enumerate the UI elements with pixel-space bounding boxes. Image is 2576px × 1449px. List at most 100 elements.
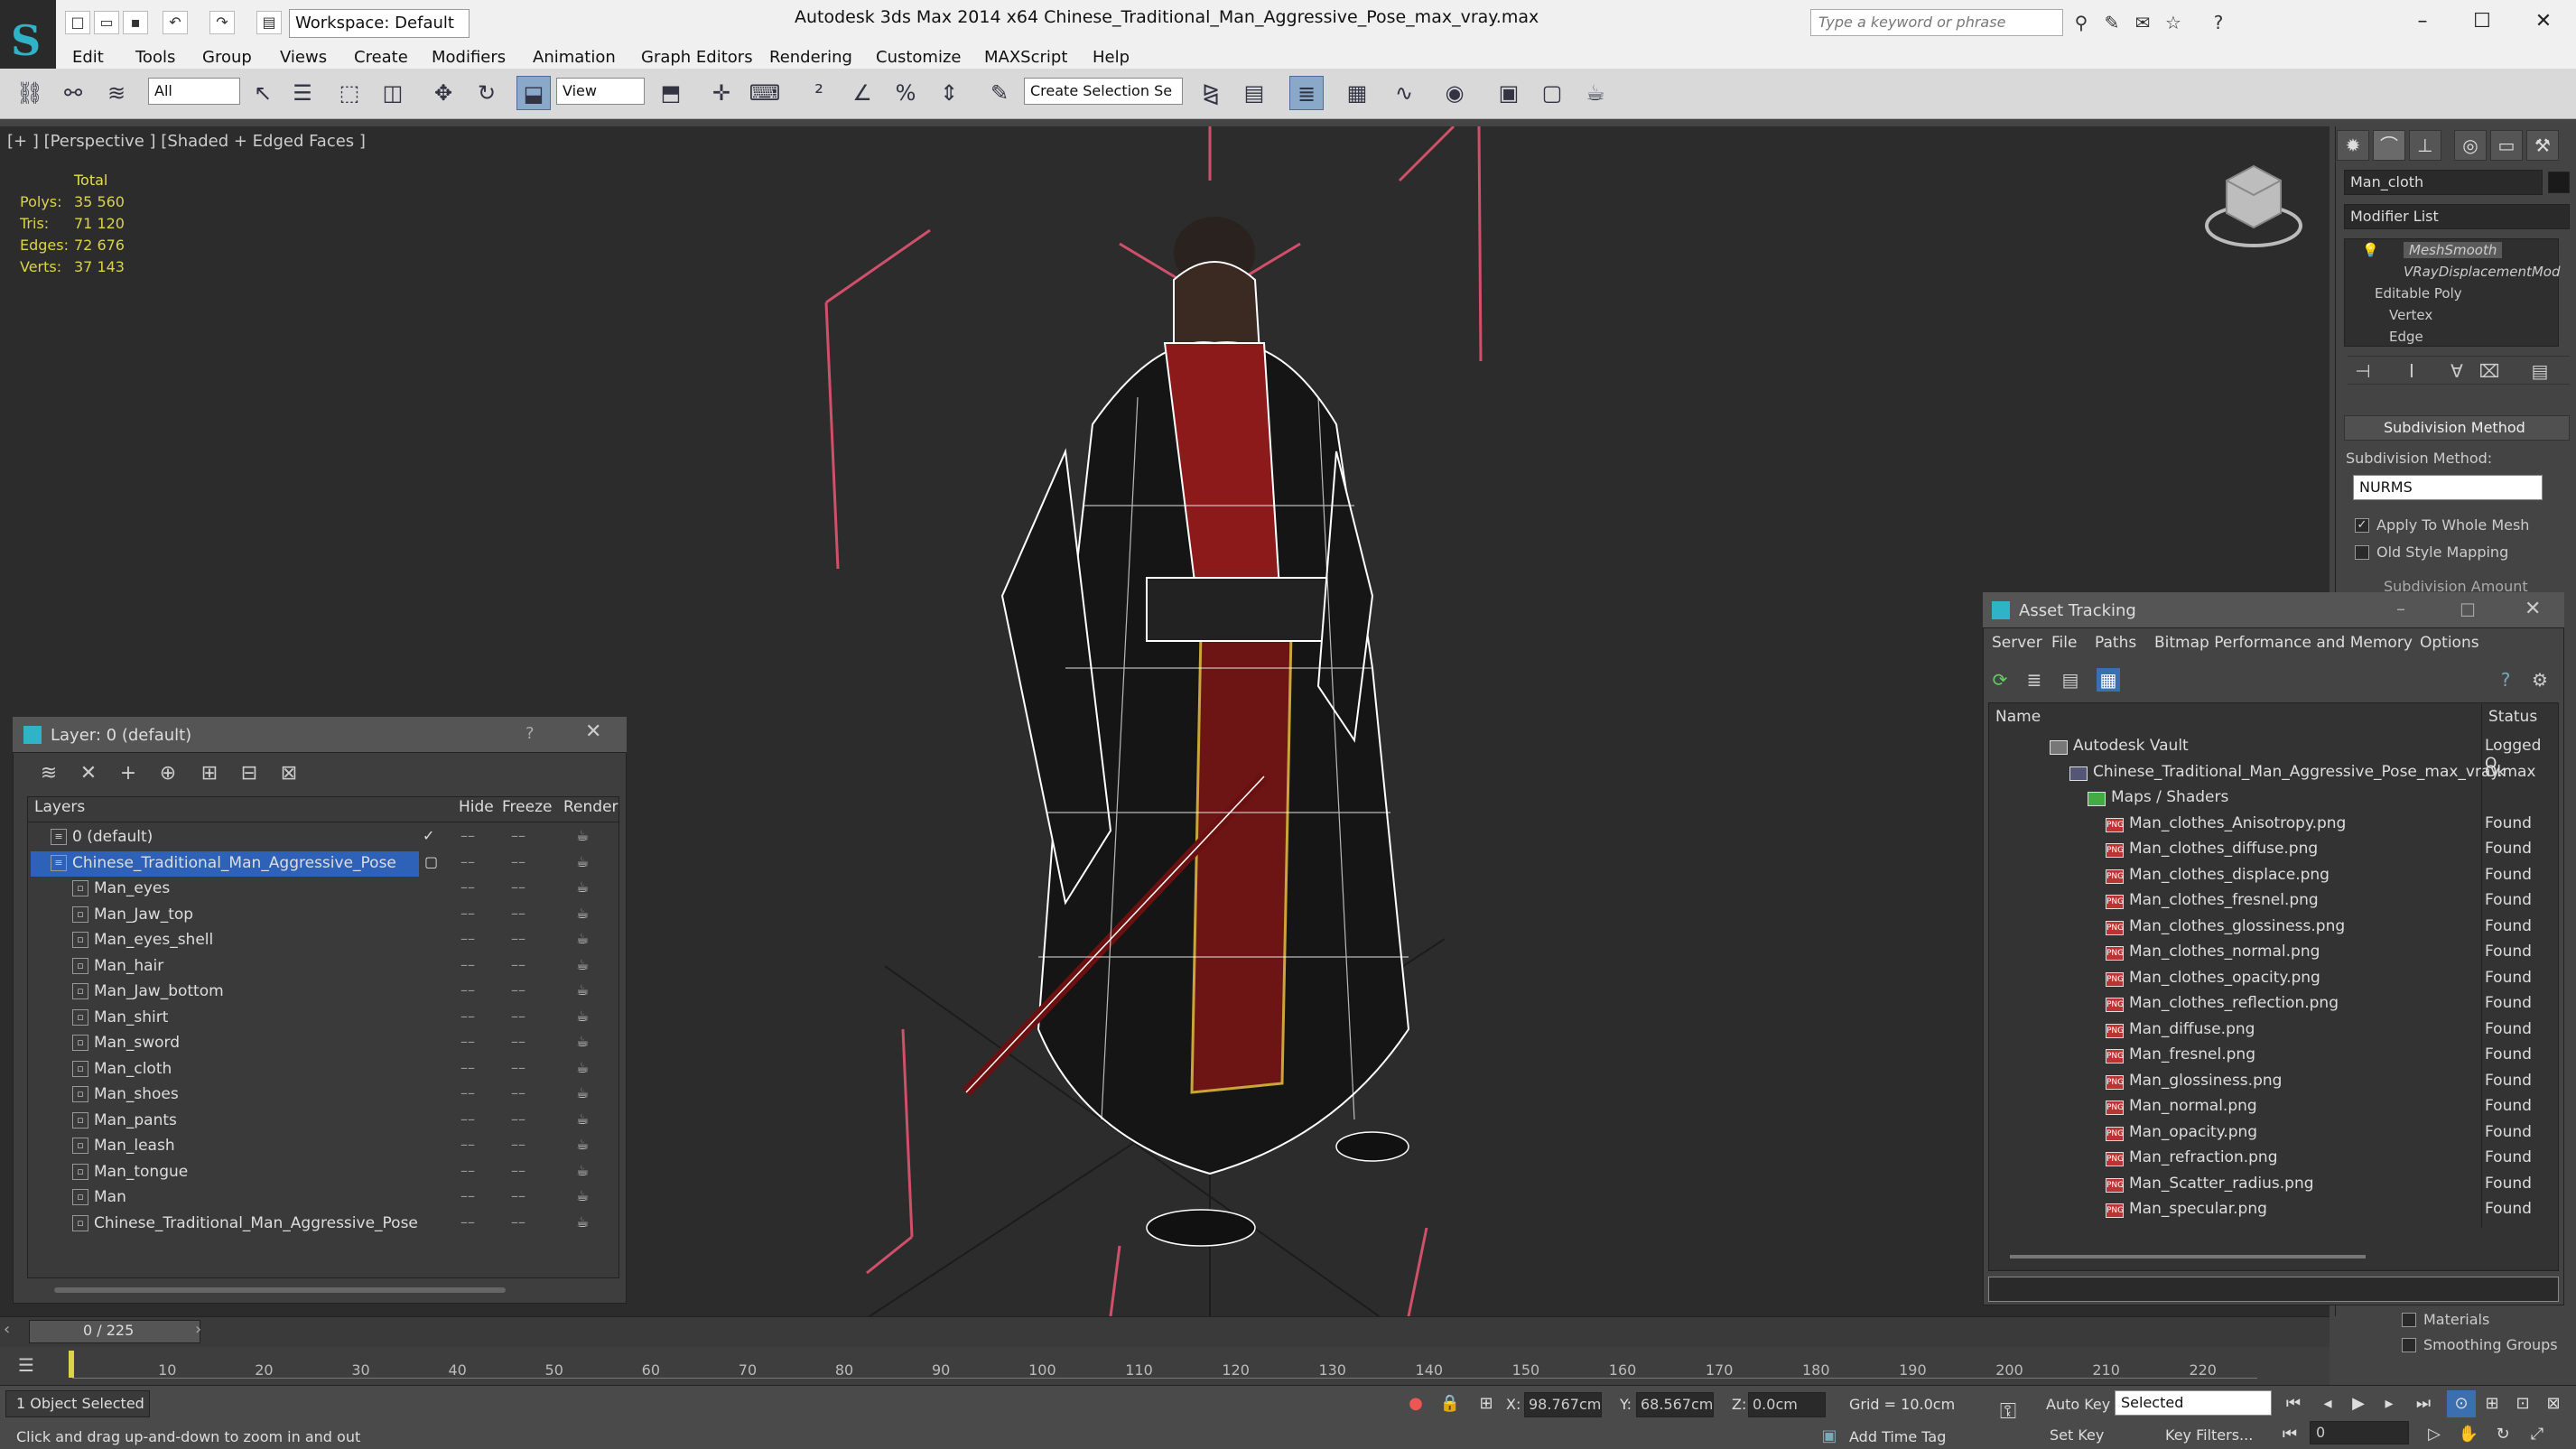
isolate-selection-icon[interactable]: ● [1401, 1390, 1430, 1417]
scene-explorer-icon[interactable]: ≣ [1289, 76, 1324, 110]
old-style-mapping-checkbox[interactable] [2355, 545, 2369, 560]
hide-toggle[interactable]: –– [460, 1213, 475, 1231]
field-of-view-icon[interactable]: ▷ [2420, 1421, 2449, 1448]
layer-row[interactable]: ▫ Man_shirt –– –– ☕ [31, 1006, 616, 1031]
layers-icon[interactable]: ≋ [33, 758, 65, 789]
render-toggle-icon[interactable]: ☕ [576, 1213, 589, 1231]
rect-selection-icon[interactable]: ⬚ [332, 76, 367, 110]
character-model[interactable] [962, 217, 1410, 1247]
menu-modifiers[interactable]: Modifiers [432, 48, 506, 67]
refresh-icon[interactable]: ⟳ [1988, 668, 2012, 692]
go-to-start-icon[interactable]: ⏮ [2279, 1390, 2308, 1417]
menu-group[interactable]: Group [202, 48, 252, 67]
freeze-toggle[interactable]: –– [511, 1084, 525, 1101]
asset-row[interactable]: PNG Man_diffuse.png Found [1990, 1018, 2557, 1044]
motion-tab-icon[interactable]: ◎ [2454, 130, 2487, 161]
pin-stack-icon[interactable]: ⊣ [2351, 359, 2375, 383]
render-toggle-icon[interactable]: ☕ [576, 930, 589, 947]
hide-toggle[interactable]: –– [460, 1008, 475, 1025]
asset-hscrollbar[interactable] [2010, 1255, 2366, 1259]
menu-customize[interactable]: Customize [876, 48, 961, 67]
mirror-icon[interactable]: ⧎ [1194, 76, 1228, 110]
binoculars-icon[interactable]: ⚲ [2069, 11, 2093, 34]
menu-tools[interactable]: Tools [135, 48, 175, 67]
freeze-toggle[interactable]: –– [511, 1213, 525, 1231]
next-frame-icon[interactable]: ▸ [2375, 1390, 2404, 1417]
z-coordinate-field[interactable]: 0.0cm [1748, 1392, 1826, 1417]
menu-animation[interactable]: Animation [533, 48, 616, 67]
time-next-arrow-icon[interactable]: › [195, 1320, 201, 1339]
render-toggle-icon[interactable]: ☕ [576, 1187, 589, 1204]
freeze-toggle[interactable]: –– [511, 981, 525, 999]
subscription-icon[interactable]: ✎ [2100, 11, 2124, 34]
layer-row[interactable]: ▫ Man –– –– ☕ [31, 1185, 616, 1211]
layer-row[interactable]: ▫ Man_Jaw_top –– –– ☕ [31, 903, 616, 928]
current-frame-field[interactable]: 0 [2310, 1421, 2409, 1444]
col-hide[interactable]: Hide [459, 798, 494, 816]
asset-row[interactable]: PNG Man_clothes_opacity.png Found [1990, 967, 2557, 992]
key-filters-button[interactable]: Key Filters... [2165, 1426, 2253, 1444]
modifier-list-dropdown[interactable]: Modifier List [2344, 204, 2570, 229]
mini-curve-editor-icon[interactable]: ☰ [18, 1354, 34, 1376]
asset-row[interactable]: PNG Man_clothes_Anisotropy.png Found [1990, 813, 2557, 838]
render-toggle-icon[interactable]: ☕ [576, 981, 589, 999]
select-manipulate-icon[interactable]: ✛ [704, 76, 739, 110]
new-file-icon[interactable]: □ [65, 11, 90, 34]
asset-close-icon[interactable]: ✕ [2525, 598, 2541, 620]
stack-item-vraydisplacement[interactable]: VRayDisplacementMod [2404, 264, 2561, 280]
minimize-icon[interactable]: – [2398, 5, 2447, 38]
render-toggle-icon[interactable]: ☕ [576, 1162, 589, 1179]
pivot-center-icon[interactable]: ⬒ [654, 76, 688, 110]
stack-item-editable-poly[interactable]: Editable Poly [2375, 285, 2462, 302]
col-freeze[interactable]: Freeze [502, 798, 552, 816]
asset-row[interactable]: PNG Man_opacity.png Found [1990, 1121, 2557, 1147]
close-icon[interactable]: ✕ [2519, 5, 2568, 38]
hide-toggle[interactable]: –– [460, 981, 475, 999]
layer-row[interactable]: ▫ Man_sword –– –– ☕ [31, 1031, 616, 1056]
menu-help[interactable]: Help [1093, 48, 1130, 67]
freeze-toggle[interactable]: –– [511, 1008, 525, 1025]
undo-icon[interactable]: ↶ [163, 11, 188, 34]
orbit-icon[interactable]: ↻ [2488, 1421, 2517, 1448]
render-teapot-icon[interactable]: ☕ [1578, 76, 1613, 110]
asset-col-name[interactable]: Name [1995, 708, 2041, 726]
layer-row[interactable]: ▫ Chinese_Traditional_Man_Aggressive_Pose… [31, 1212, 616, 1237]
smoothing-groups-checkbox[interactable] [2402, 1338, 2416, 1352]
time-indicator[interactable] [69, 1351, 74, 1378]
asset-settings-icon[interactable]: ⚙ [2528, 668, 2552, 692]
detail-view-icon[interactable]: ▤ [2059, 668, 2082, 692]
angle-snap-icon[interactable]: ∠ [845, 76, 879, 110]
hierarchy-tab-icon[interactable]: ⊥ [2409, 130, 2441, 161]
selection-filter-dropdown[interactable]: All [148, 78, 240, 105]
open-file-icon[interactable]: ▭ [94, 11, 119, 34]
play-icon[interactable]: ▶ [2344, 1390, 2373, 1417]
scale-icon[interactable]: ⬓ [516, 76, 551, 110]
absolute-mode-icon[interactable]: ⊞ [1472, 1390, 1501, 1417]
snaps-toggle-icon[interactable]: ² [802, 76, 836, 110]
layer-row[interactable]: ▫ Man_leash –– –– ☕ [31, 1134, 616, 1159]
asset-menu-paths[interactable]: Paths [2095, 634, 2136, 652]
delete-layer-icon[interactable]: ✕ [72, 758, 105, 789]
freeze-toggle[interactable]: –– [511, 1136, 525, 1153]
layer-close-icon[interactable]: ✕ [585, 720, 601, 743]
render-toggle-icon[interactable]: ☕ [576, 1136, 589, 1153]
modify-tab-icon[interactable]: ⌒ [2373, 130, 2405, 161]
render-toggle-icon[interactable]: ☕ [576, 878, 589, 896]
layer-row[interactable]: ▫ Man_eyes –– –– ☕ [31, 877, 616, 902]
highlight-selected-icon[interactable]: ⊟ [233, 758, 265, 789]
col-render[interactable]: Render [563, 798, 618, 816]
asset-row[interactable]: PNG Man_clothes_reflection.png Found [1990, 992, 2557, 1017]
menu-rendering[interactable]: Rendering [769, 48, 852, 67]
freeze-toggle[interactable]: –– [511, 1162, 525, 1179]
favorites-star-icon[interactable]: ☆ [2162, 11, 2185, 34]
hide-toggle[interactable]: –– [460, 1059, 475, 1076]
asset-row[interactable]: Maps / Shaders [1990, 786, 2557, 812]
previous-frame-icon[interactable]: ◂ [2313, 1390, 2342, 1417]
time-tag-icon[interactable]: ▣ [1815, 1423, 1844, 1449]
layer-row[interactable]: ▫ Man_tongue –– –– ☕ [31, 1160, 616, 1185]
make-current-checkbox[interactable]: ▢ [424, 853, 438, 870]
configure-sets-icon[interactable]: ▤ [2528, 359, 2552, 383]
layer-row[interactable]: ▫ Man_Jaw_bottom –– –– ☕ [31, 980, 616, 1005]
rotate-icon[interactable]: ↻ [470, 76, 504, 110]
layer-manager-icon[interactable]: ▦ [1340, 76, 1374, 110]
